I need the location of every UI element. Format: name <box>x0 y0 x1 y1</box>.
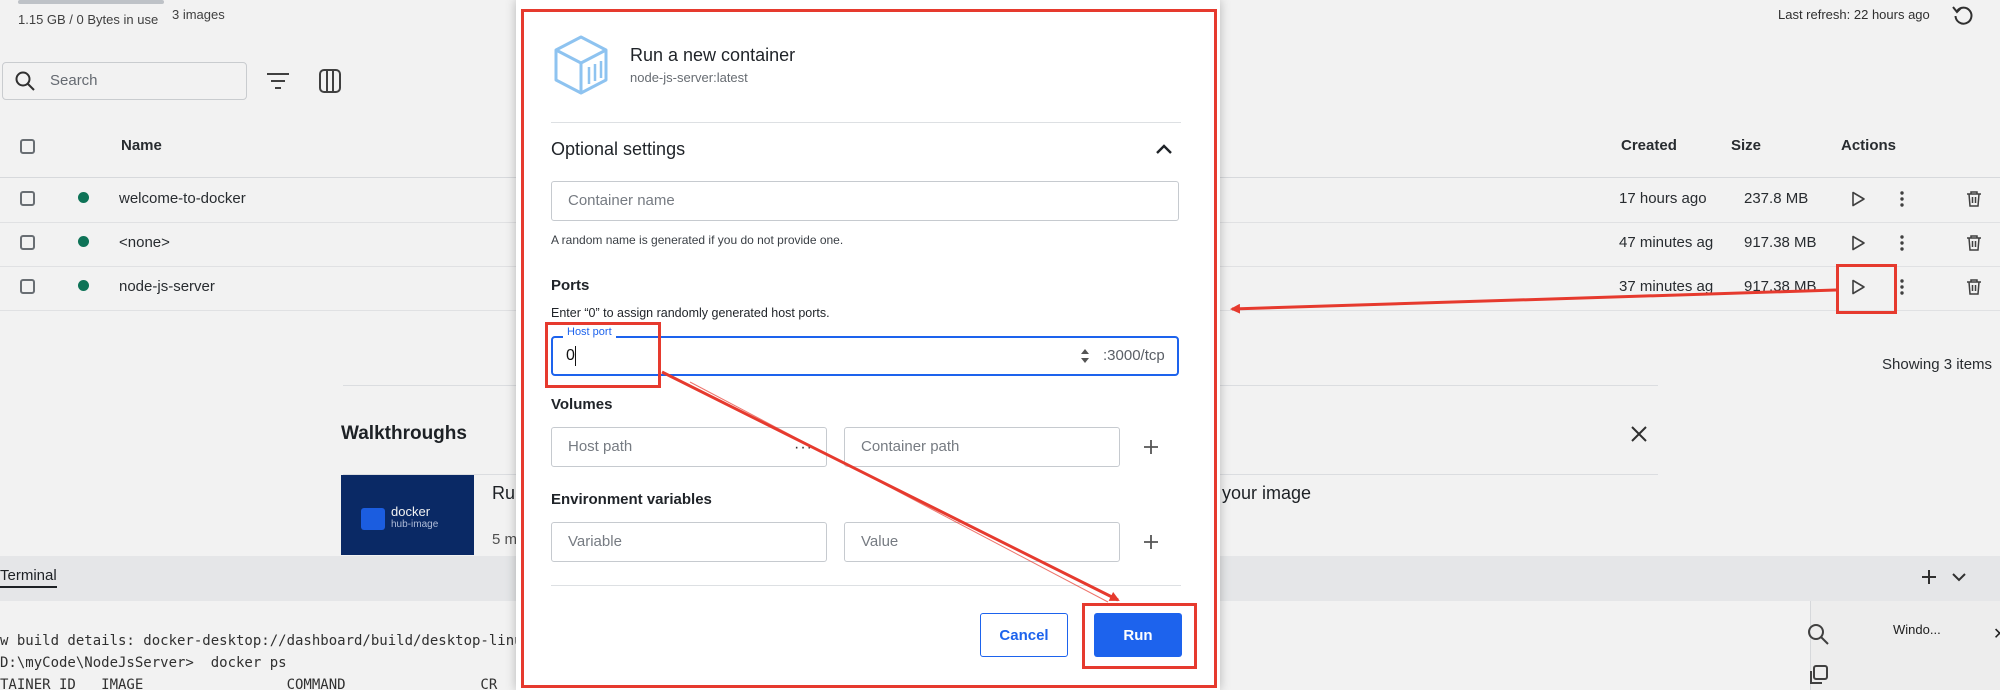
add-volume-icon[interactable] <box>1143 439 1159 455</box>
volumes-label: Volumes <box>551 396 613 413</box>
host-path-placeholder: Host path <box>568 438 633 455</box>
host-port-label: Host port <box>563 326 616 338</box>
cancel-button[interactable]: Cancel <box>980 613 1068 657</box>
container-port-suffix: :3000/tcp <box>1103 347 1165 364</box>
optional-settings-toggle[interactable]: Optional settings <box>551 139 685 160</box>
dialog-divider <box>551 122 1181 123</box>
run-button[interactable]: Run <box>1094 613 1182 657</box>
ports-label: Ports <box>551 277 590 294</box>
dialog-divider <box>551 585 1181 586</box>
number-stepper-icon[interactable] <box>1079 347 1091 365</box>
container-name-placeholder: Container name <box>568 192 675 209</box>
container-image-icon <box>554 35 608 95</box>
add-variable-icon[interactable] <box>1143 534 1159 550</box>
dialog-title: Run a new container <box>630 45 796 65</box>
value-placeholder: Value <box>861 533 899 550</box>
text-cursor <box>575 346 576 366</box>
browse-icon[interactable]: ··· <box>794 439 813 457</box>
environment-variables-label: Environment variables <box>551 491 712 508</box>
chevron-up-icon[interactable] <box>1155 142 1173 156</box>
container-name-help: A random name is generated if you do not… <box>551 233 844 247</box>
variable-placeholder: Variable <box>568 533 622 550</box>
ports-help: Enter “0” to assign randomly generated h… <box>551 306 830 320</box>
dialog-subtitle: node-js-server:latest <box>630 70 748 85</box>
container-path-placeholder: Container path <box>861 438 960 455</box>
host-port-value: 0 <box>566 347 575 364</box>
